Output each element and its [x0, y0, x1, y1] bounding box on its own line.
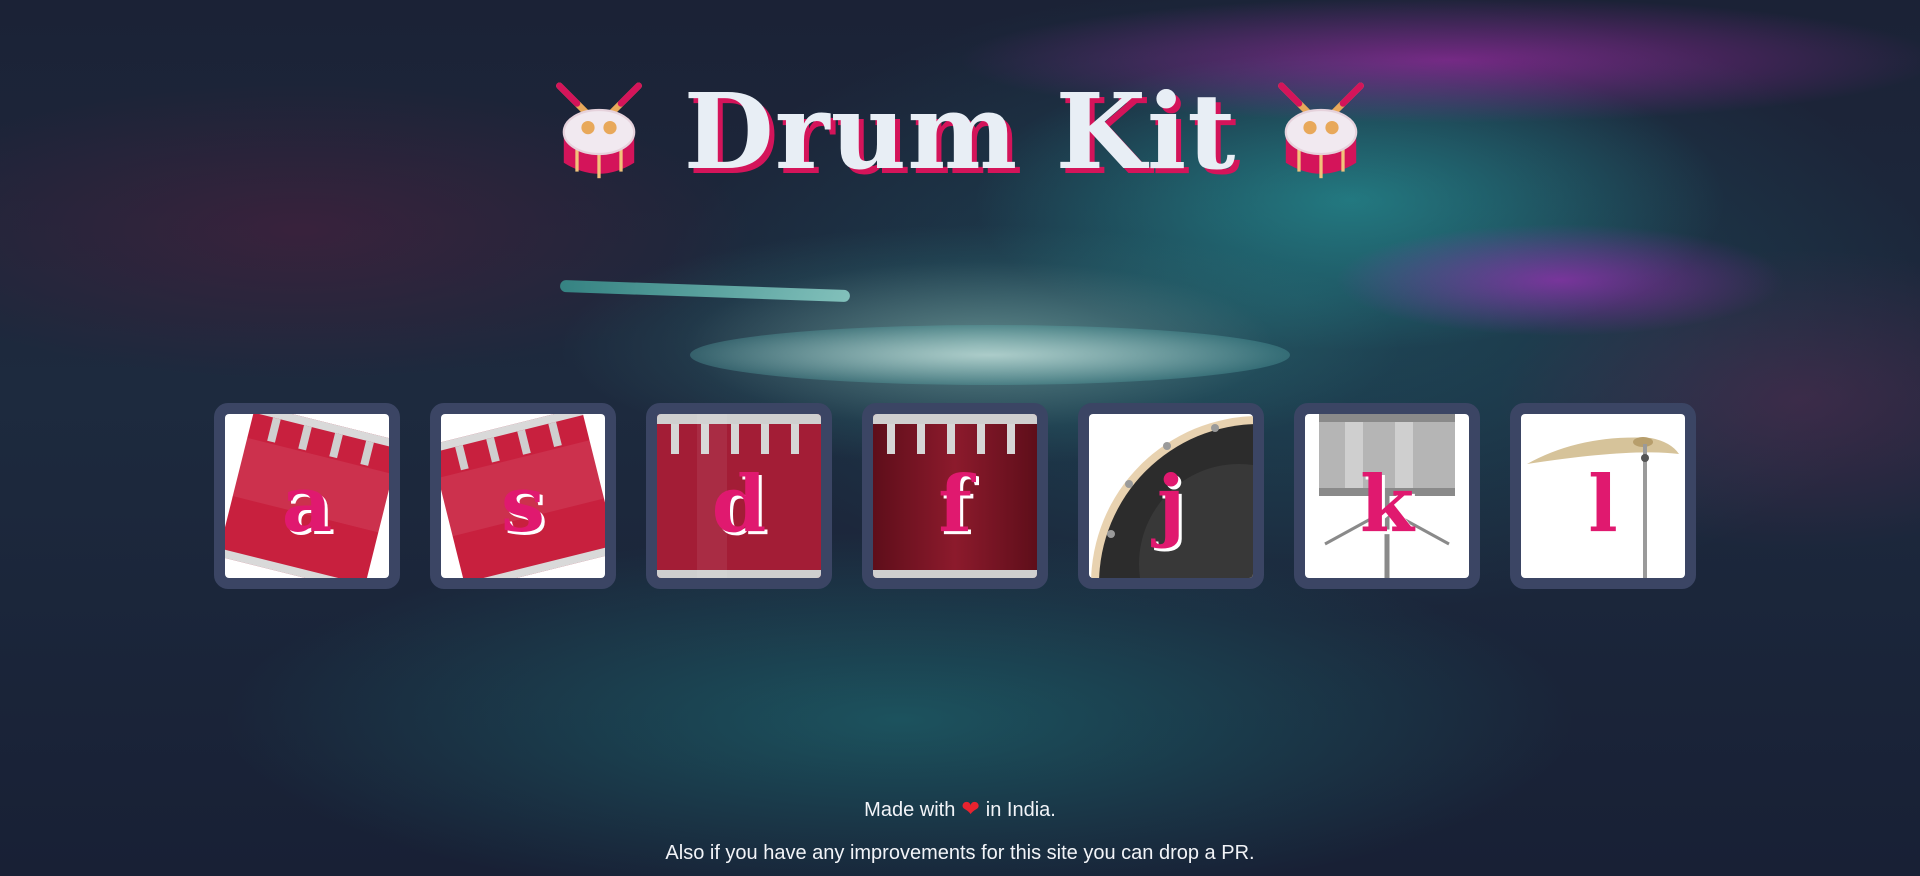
key-letter: a: [281, 459, 333, 550]
key-letter: k: [1359, 459, 1415, 550]
key-letter: f: [938, 459, 972, 550]
drum-icon: [1278, 82, 1365, 178]
drum-key-image: k: [1305, 414, 1469, 578]
key-letter: s: [501, 459, 545, 550]
footer-made-with: Made with ❤ in India.: [0, 796, 1920, 822]
drum-key-s[interactable]: s: [430, 403, 616, 589]
made-with-suffix: in India.: [985, 799, 1056, 821]
drum-key-k[interactable]: k: [1294, 403, 1480, 589]
drum-key-j[interactable]: j: [1078, 403, 1264, 589]
drum-key-l[interactable]: l: [1510, 403, 1696, 589]
drum-keys: a s d f j k l: [214, 403, 1696, 589]
footer-pr-note: Also if you have any improvements for th…: [665, 842, 1255, 864]
drum-key-image: s: [441, 414, 605, 578]
drum-key-f[interactable]: f: [862, 403, 1048, 589]
drum-key-a[interactable]: a: [214, 403, 400, 589]
background-drumstick: [559, 279, 851, 303]
drum-key-image: l: [1521, 414, 1685, 578]
page-header: Drum Kit: [0, 70, 1920, 193]
made-with-prefix: Made with: [864, 799, 956, 821]
background-cymbal: [690, 325, 1290, 385]
heart-icon: ❤: [961, 796, 980, 821]
page-title: Drum Kit: [683, 70, 1237, 193]
drum-key-image: d: [657, 414, 821, 578]
drum-key-image: f: [873, 414, 1037, 578]
key-letter: j: [1156, 459, 1186, 550]
key-letter: d: [711, 459, 767, 550]
key-letter: l: [1588, 459, 1618, 550]
drum-icon: [555, 82, 642, 178]
drum-key-d[interactable]: d: [646, 403, 832, 589]
drum-key-image: a: [225, 414, 389, 578]
drum-key-image: j: [1089, 414, 1253, 578]
